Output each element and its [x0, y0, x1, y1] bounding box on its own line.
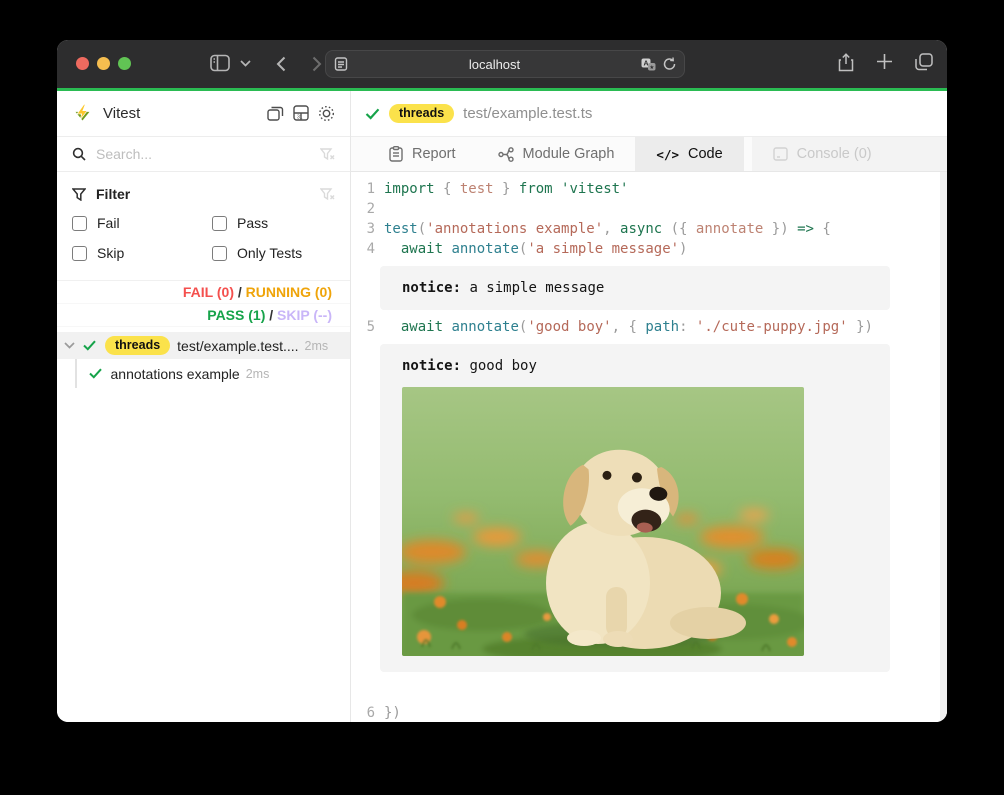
pass-check-icon — [89, 368, 102, 379]
line-number: 4 — [351, 241, 375, 257]
annotation-notice: notice: a simple message — [380, 266, 890, 310]
filter-section: Filter Fail Pass Skip Only Tests — [57, 172, 350, 261]
clear-search-filter-icon[interactable] — [320, 148, 335, 161]
pass-check-icon — [83, 340, 96, 351]
chevron-down-icon[interactable] — [240, 60, 251, 67]
traffic-lights — [76, 57, 131, 70]
code-line: 2 — [351, 199, 947, 219]
pool-badge: threads — [105, 336, 170, 355]
test-case-row[interactable]: annotations example 2ms — [57, 359, 350, 388]
notice-label: notice: — [402, 358, 461, 374]
sidebar: Vitest 31 — [57, 91, 351, 722]
test-duration: 2ms — [305, 339, 329, 353]
annotation-image-cute-puppy — [402, 387, 804, 656]
reader-icon[interactable] — [334, 57, 348, 71]
svg-text:★: ★ — [649, 64, 654, 71]
search-bar — [57, 137, 350, 172]
test-file-name: test/example.test.... — [177, 338, 298, 354]
address-bar[interactable]: localhost A★ — [325, 50, 685, 78]
tab-console[interactable]: Console (0) — [752, 137, 893, 171]
filter-option-fail[interactable]: Fail — [72, 215, 212, 231]
browser-window: localhost A★ — [57, 40, 947, 722]
back-icon[interactable] — [276, 56, 286, 72]
code-line: 6}) — [351, 703, 947, 722]
code-line: 1import { test } from 'vitest' — [351, 179, 947, 199]
forward-icon[interactable] — [312, 56, 322, 72]
puppy-photo — [402, 387, 804, 656]
app-title: Vitest — [103, 105, 140, 122]
test-file-row[interactable]: threads test/example.test.... 2ms — [57, 332, 350, 359]
zoom-window-button[interactable] — [118, 57, 131, 70]
filter-option-pass[interactable]: Pass — [212, 215, 335, 231]
tab-bar: Report Module Graph </> Code — [351, 137, 947, 172]
minimize-window-button[interactable] — [97, 57, 110, 70]
chrome-actions — [838, 53, 933, 72]
sidebar-toggle-icon[interactable] — [210, 54, 230, 72]
url-text: localhost — [348, 57, 641, 72]
pool-badge: threads — [389, 104, 454, 123]
run-summary: FAIL (0) / RUNNING (0) PASS (1) / SKIP (… — [57, 280, 350, 327]
search-input[interactable] — [96, 146, 310, 162]
test-tree: threads test/example.test.... 2ms annota… — [57, 332, 350, 388]
close-window-button[interactable] — [76, 57, 89, 70]
tab-module-graph[interactable]: Module Graph — [477, 137, 636, 171]
scrollbar[interactable] — [940, 172, 947, 722]
main-panel: threads test/example.test.ts Report Modu… — [351, 91, 947, 722]
translate-icon[interactable]: A★ — [641, 58, 656, 71]
tab-report[interactable]: Report — [368, 137, 477, 171]
code-line: 5 await annotate('good boy', { path: './… — [351, 317, 947, 337]
console-icon — [773, 147, 788, 161]
reload-icon[interactable] — [663, 57, 676, 71]
svg-text:A: A — [643, 60, 648, 67]
sidebar-header: Vitest 31 — [57, 91, 350, 137]
checkbox[interactable] — [72, 246, 87, 261]
line-number: 6 — [351, 705, 375, 721]
browser-chrome: localhost A★ — [57, 40, 947, 88]
line-number: 1 — [351, 181, 375, 197]
collapse-panels-icon[interactable] — [267, 105, 284, 122]
code-line: 3test('annotations example', async ({ an… — [351, 219, 947, 239]
filter-option-only-tests[interactable]: Only Tests — [212, 245, 335, 261]
line-number: 3 — [351, 221, 375, 237]
light-mode-icon[interactable] — [318, 105, 335, 122]
open-file-name: test/example.test.ts — [463, 105, 592, 122]
skip-count: SKIP (--) — [277, 307, 332, 323]
filter-option-skip[interactable]: Skip — [72, 245, 212, 261]
console-tab-region: Console (0) — [752, 137, 947, 171]
chevron-down-icon[interactable] — [64, 342, 75, 349]
search-icon — [72, 147, 86, 161]
module-graph-icon — [498, 147, 514, 162]
code-icon: </> — [656, 147, 679, 162]
share-icon[interactable] — [838, 53, 854, 72]
fail-count: FAIL (0) — [183, 284, 234, 300]
pass-check-icon — [365, 108, 380, 120]
tab-overview-icon[interactable] — [915, 53, 933, 72]
running-count: RUNNING (0) — [246, 284, 332, 300]
checkbox[interactable] — [212, 246, 227, 261]
tree-guide-line — [75, 359, 77, 388]
file-header: threads test/example.test.ts — [351, 91, 947, 137]
filter-title: Filter — [96, 186, 130, 202]
annotation-notice: notice: good boy — [380, 344, 890, 672]
report-icon — [389, 146, 403, 162]
code-area[interactable]: 1import { test } from 'vitest' 2 3test('an… — [351, 172, 947, 722]
pass-count: PASS (1) — [207, 307, 265, 323]
code-line: 4 await annotate('a simple message') — [351, 239, 947, 259]
tab-code[interactable]: </> Code — [635, 137, 743, 171]
vitest-logo-icon — [72, 104, 93, 124]
test-case-name: annotations example — [111, 366, 240, 382]
notice-label: notice: — [402, 280, 461, 296]
line-number: 2 — [351, 201, 375, 217]
line-number: 5 — [351, 319, 375, 335]
dashboard-icon[interactable]: 31 — [293, 105, 309, 122]
filter-icon — [72, 188, 86, 201]
checkbox[interactable] — [72, 216, 87, 231]
svg-text:31: 31 — [297, 114, 303, 120]
checkbox[interactable] — [212, 216, 227, 231]
test-duration: 2ms — [246, 367, 270, 381]
clear-filter-icon[interactable] — [320, 188, 335, 201]
new-tab-icon[interactable] — [876, 53, 893, 72]
